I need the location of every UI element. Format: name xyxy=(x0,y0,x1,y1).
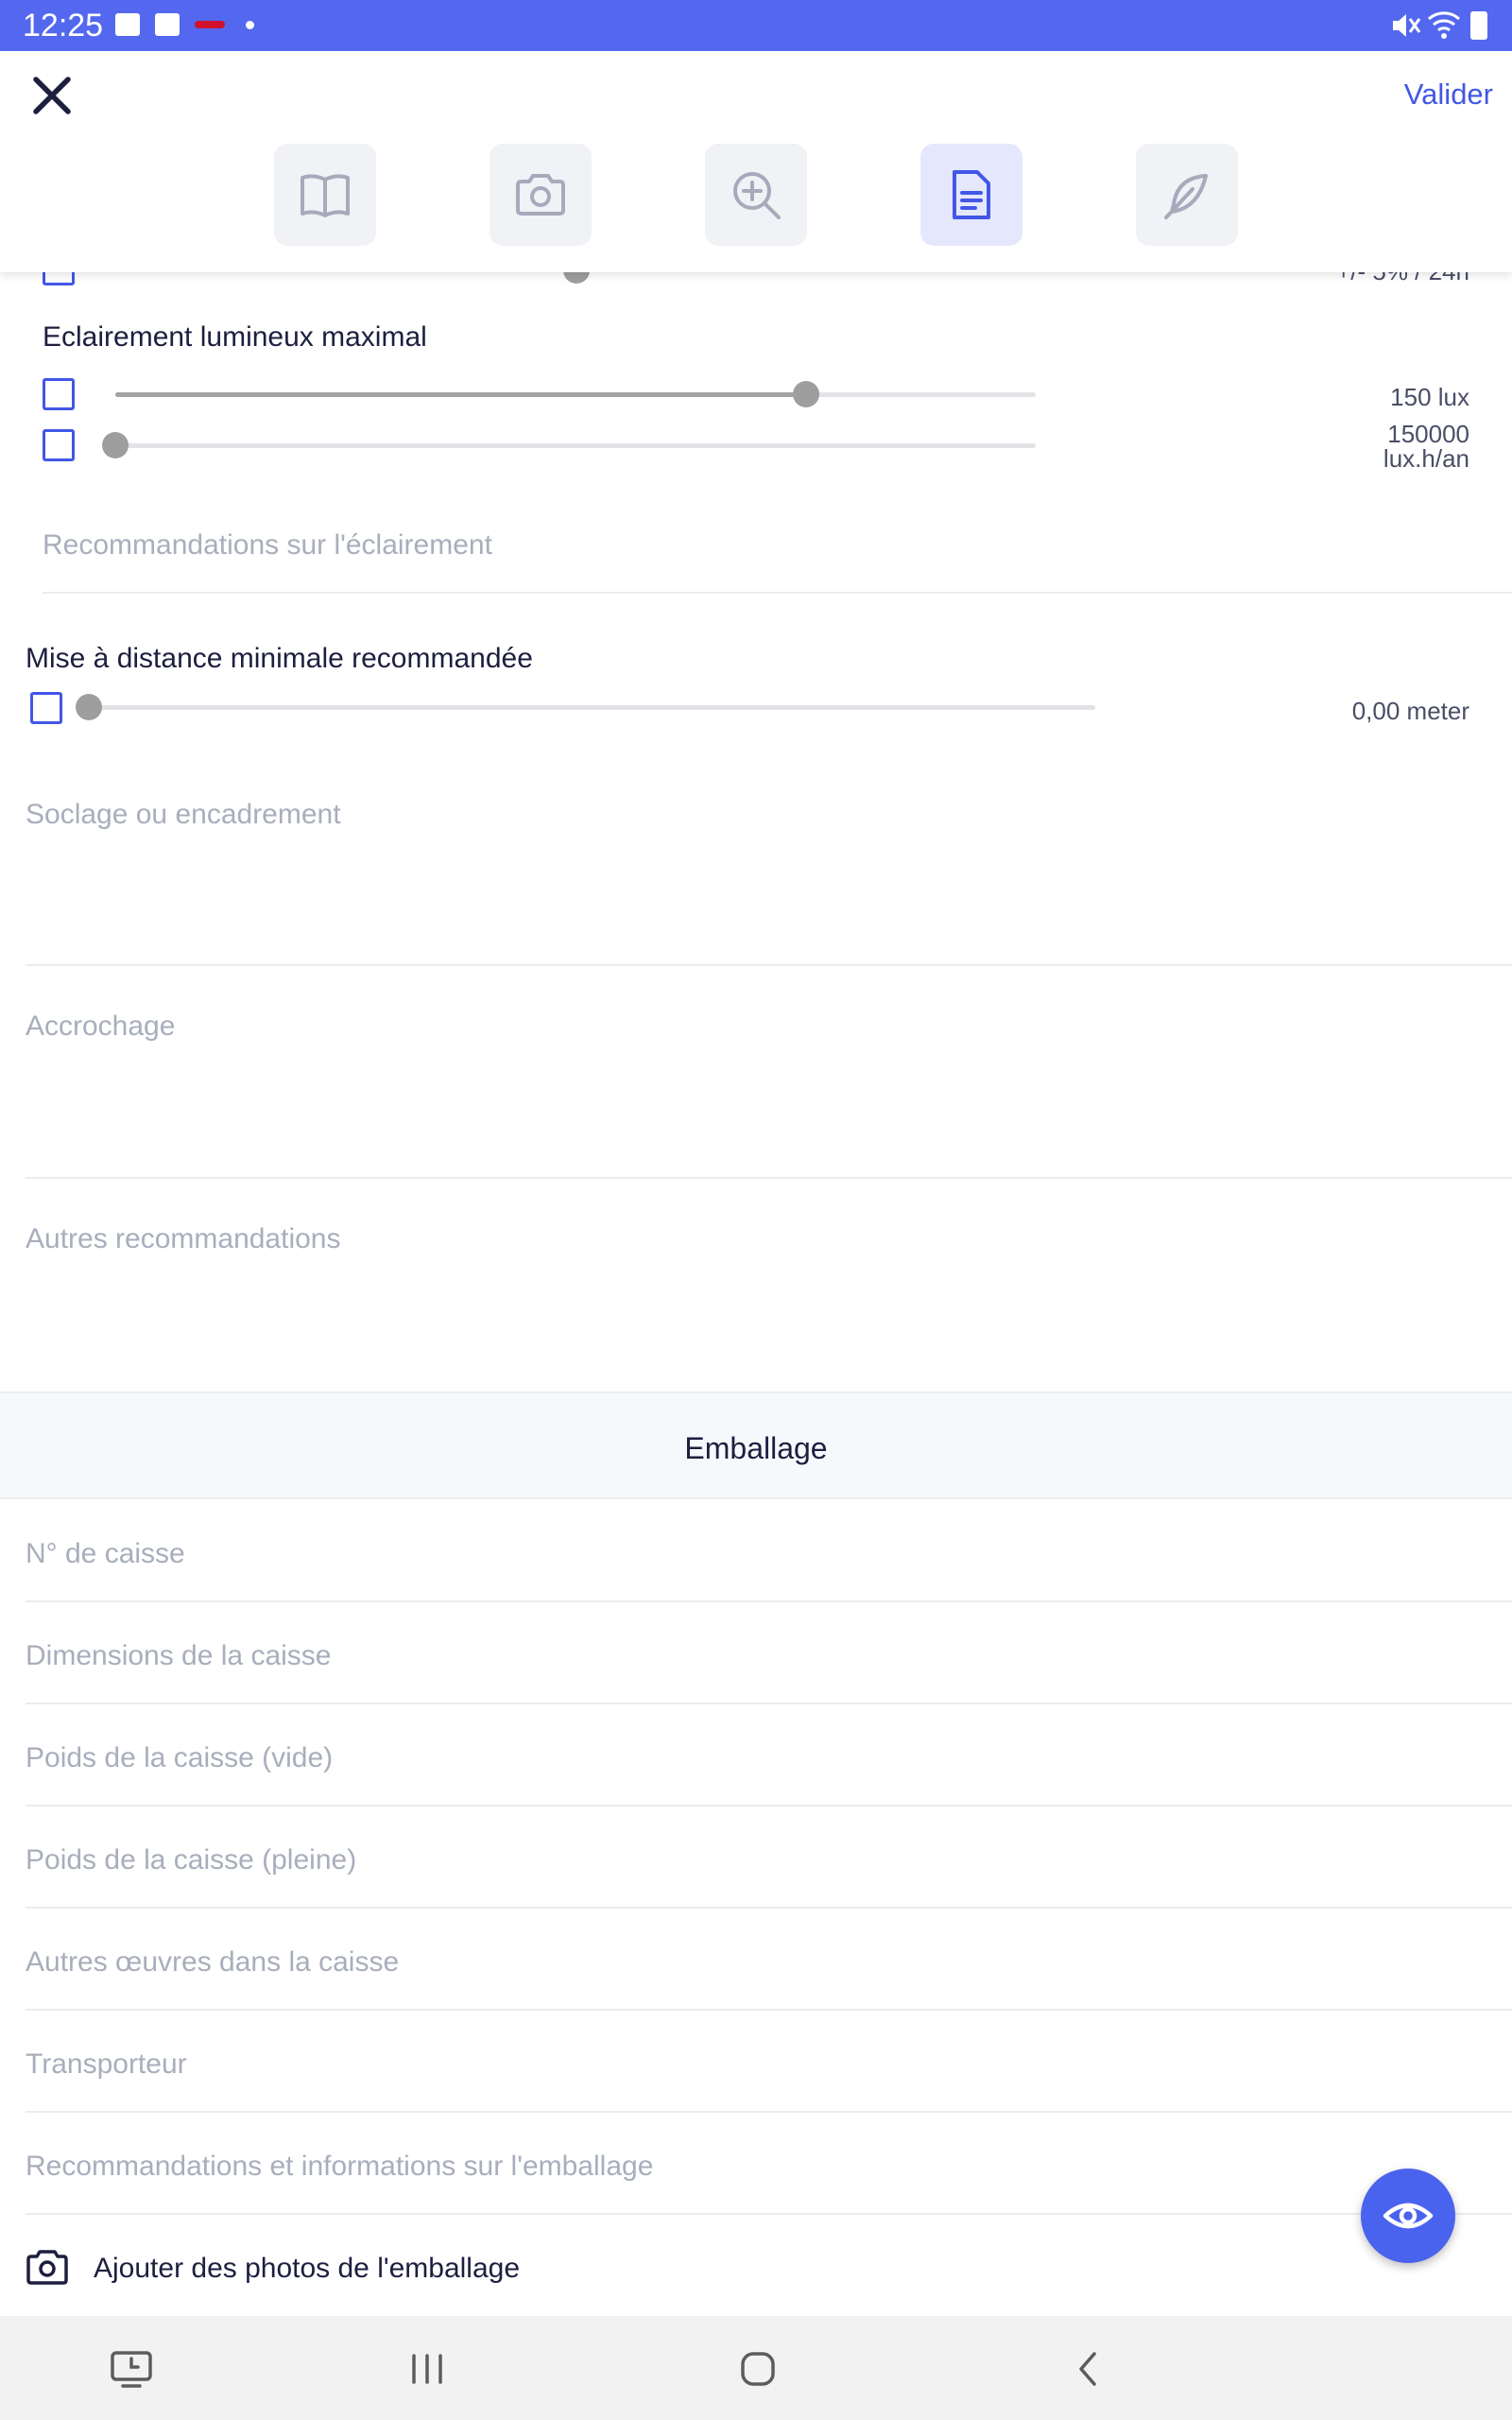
tab-photos[interactable] xyxy=(490,144,592,246)
status-bar: 12:25 xyxy=(0,0,1512,51)
screen-time-icon[interactable] xyxy=(110,2350,153,2390)
validate-button[interactable]: Valider xyxy=(1404,78,1493,112)
divider xyxy=(26,1805,1512,1806)
tab-examination[interactable] xyxy=(705,144,807,246)
battery-icon xyxy=(1470,11,1487,40)
crate-dimensions-field[interactable]: Dimensions de la caisse xyxy=(26,1640,331,1672)
lighting-slider-1[interactable] xyxy=(115,381,1036,407)
editor-header: Valider xyxy=(0,51,1512,272)
divider xyxy=(26,1703,1512,1704)
distance-checkbox[interactable] xyxy=(30,692,62,724)
other-works-field[interactable]: Autres œuvres dans la caisse xyxy=(26,1946,399,1979)
packaging-section-header: Emballage xyxy=(0,1392,1512,1499)
divider xyxy=(26,964,1512,966)
other-recommendations-field[interactable]: Autres recommandations xyxy=(26,1223,341,1255)
crate-weight-full-field[interactable]: Poids de la caisse (pleine) xyxy=(26,1844,356,1876)
add-packaging-photos-label: Ajouter des photos de l'emballage xyxy=(94,2253,521,2284)
tab-notes[interactable] xyxy=(1136,144,1238,246)
distance-slider[interactable] xyxy=(76,694,1095,720)
lighting-slider-1-fill xyxy=(115,392,806,397)
divider xyxy=(26,1177,1512,1179)
packaging-recommendations-field[interactable]: Recommandations et informations sur l'em… xyxy=(26,2151,653,2183)
accrochage-field[interactable]: Accrochage xyxy=(26,1011,175,1043)
home-icon[interactable] xyxy=(739,2350,777,2388)
recent-apps-icon[interactable] xyxy=(408,2352,446,2386)
zoom-in-icon xyxy=(733,172,781,219)
gallery-notification-icon xyxy=(115,13,140,36)
divider xyxy=(43,592,1512,594)
carrier-field[interactable]: Transporteur xyxy=(26,2048,187,2081)
camera-icon xyxy=(26,2250,68,2285)
lighting-recommendations-field[interactable]: Recommandations sur l'éclairement xyxy=(43,529,492,562)
tab-document[interactable] xyxy=(920,144,1022,246)
book-icon xyxy=(301,174,350,217)
eye-icon xyxy=(1383,2203,1434,2229)
back-icon[interactable] xyxy=(1074,2350,1102,2388)
document-icon xyxy=(953,170,990,219)
crate-number-field[interactable]: N° de caisse xyxy=(26,1538,185,1570)
soclage-field[interactable]: Soclage ou encadrement xyxy=(26,799,341,831)
app-notification-icon xyxy=(195,21,225,28)
lighting-slider-2-thumb[interactable] xyxy=(102,432,129,458)
feather-icon xyxy=(1164,174,1208,219)
tab-description[interactable] xyxy=(274,144,376,246)
lighting-title: Eclairement lumineux maximal xyxy=(43,321,427,353)
status-time: 12:25 xyxy=(23,8,104,43)
lighting-checkbox-2[interactable] xyxy=(43,429,75,461)
lighting-slider-2[interactable] xyxy=(102,432,1036,458)
lighting-value-1: 150 lux xyxy=(1390,383,1469,411)
distance-title: Mise à distance minimale recommandée xyxy=(26,643,533,674)
system-navigation-bar xyxy=(0,2316,1512,2420)
mute-icon xyxy=(1393,14,1421,37)
lighting-checkbox-1[interactable] xyxy=(43,378,75,410)
packaging-section-title: Emballage xyxy=(684,1431,828,1465)
divider xyxy=(26,2111,1512,2113)
contact-notification-icon xyxy=(155,13,180,36)
distance-value: 0,00 meter xyxy=(1351,697,1469,725)
lighting-value-2: 150000 lux.h/an xyxy=(1383,420,1469,473)
more-notifications-icon xyxy=(246,21,254,29)
preview-button[interactable] xyxy=(1361,2169,1455,2263)
crate-weight-empty-field[interactable]: Poids de la caisse (vide) xyxy=(26,1742,333,1774)
divider xyxy=(26,1600,1512,1602)
divider xyxy=(26,2213,1512,2215)
close-icon[interactable] xyxy=(28,72,76,119)
wifi-icon xyxy=(1428,11,1460,39)
distance-slider-thumb[interactable] xyxy=(76,694,102,720)
add-packaging-photos-button[interactable]: Ajouter des photos de l'emballage xyxy=(26,2240,1349,2297)
camera-icon xyxy=(516,174,565,216)
divider xyxy=(26,1907,1512,1909)
lighting-slider-1-thumb[interactable] xyxy=(793,381,819,407)
divider xyxy=(26,2009,1512,2011)
